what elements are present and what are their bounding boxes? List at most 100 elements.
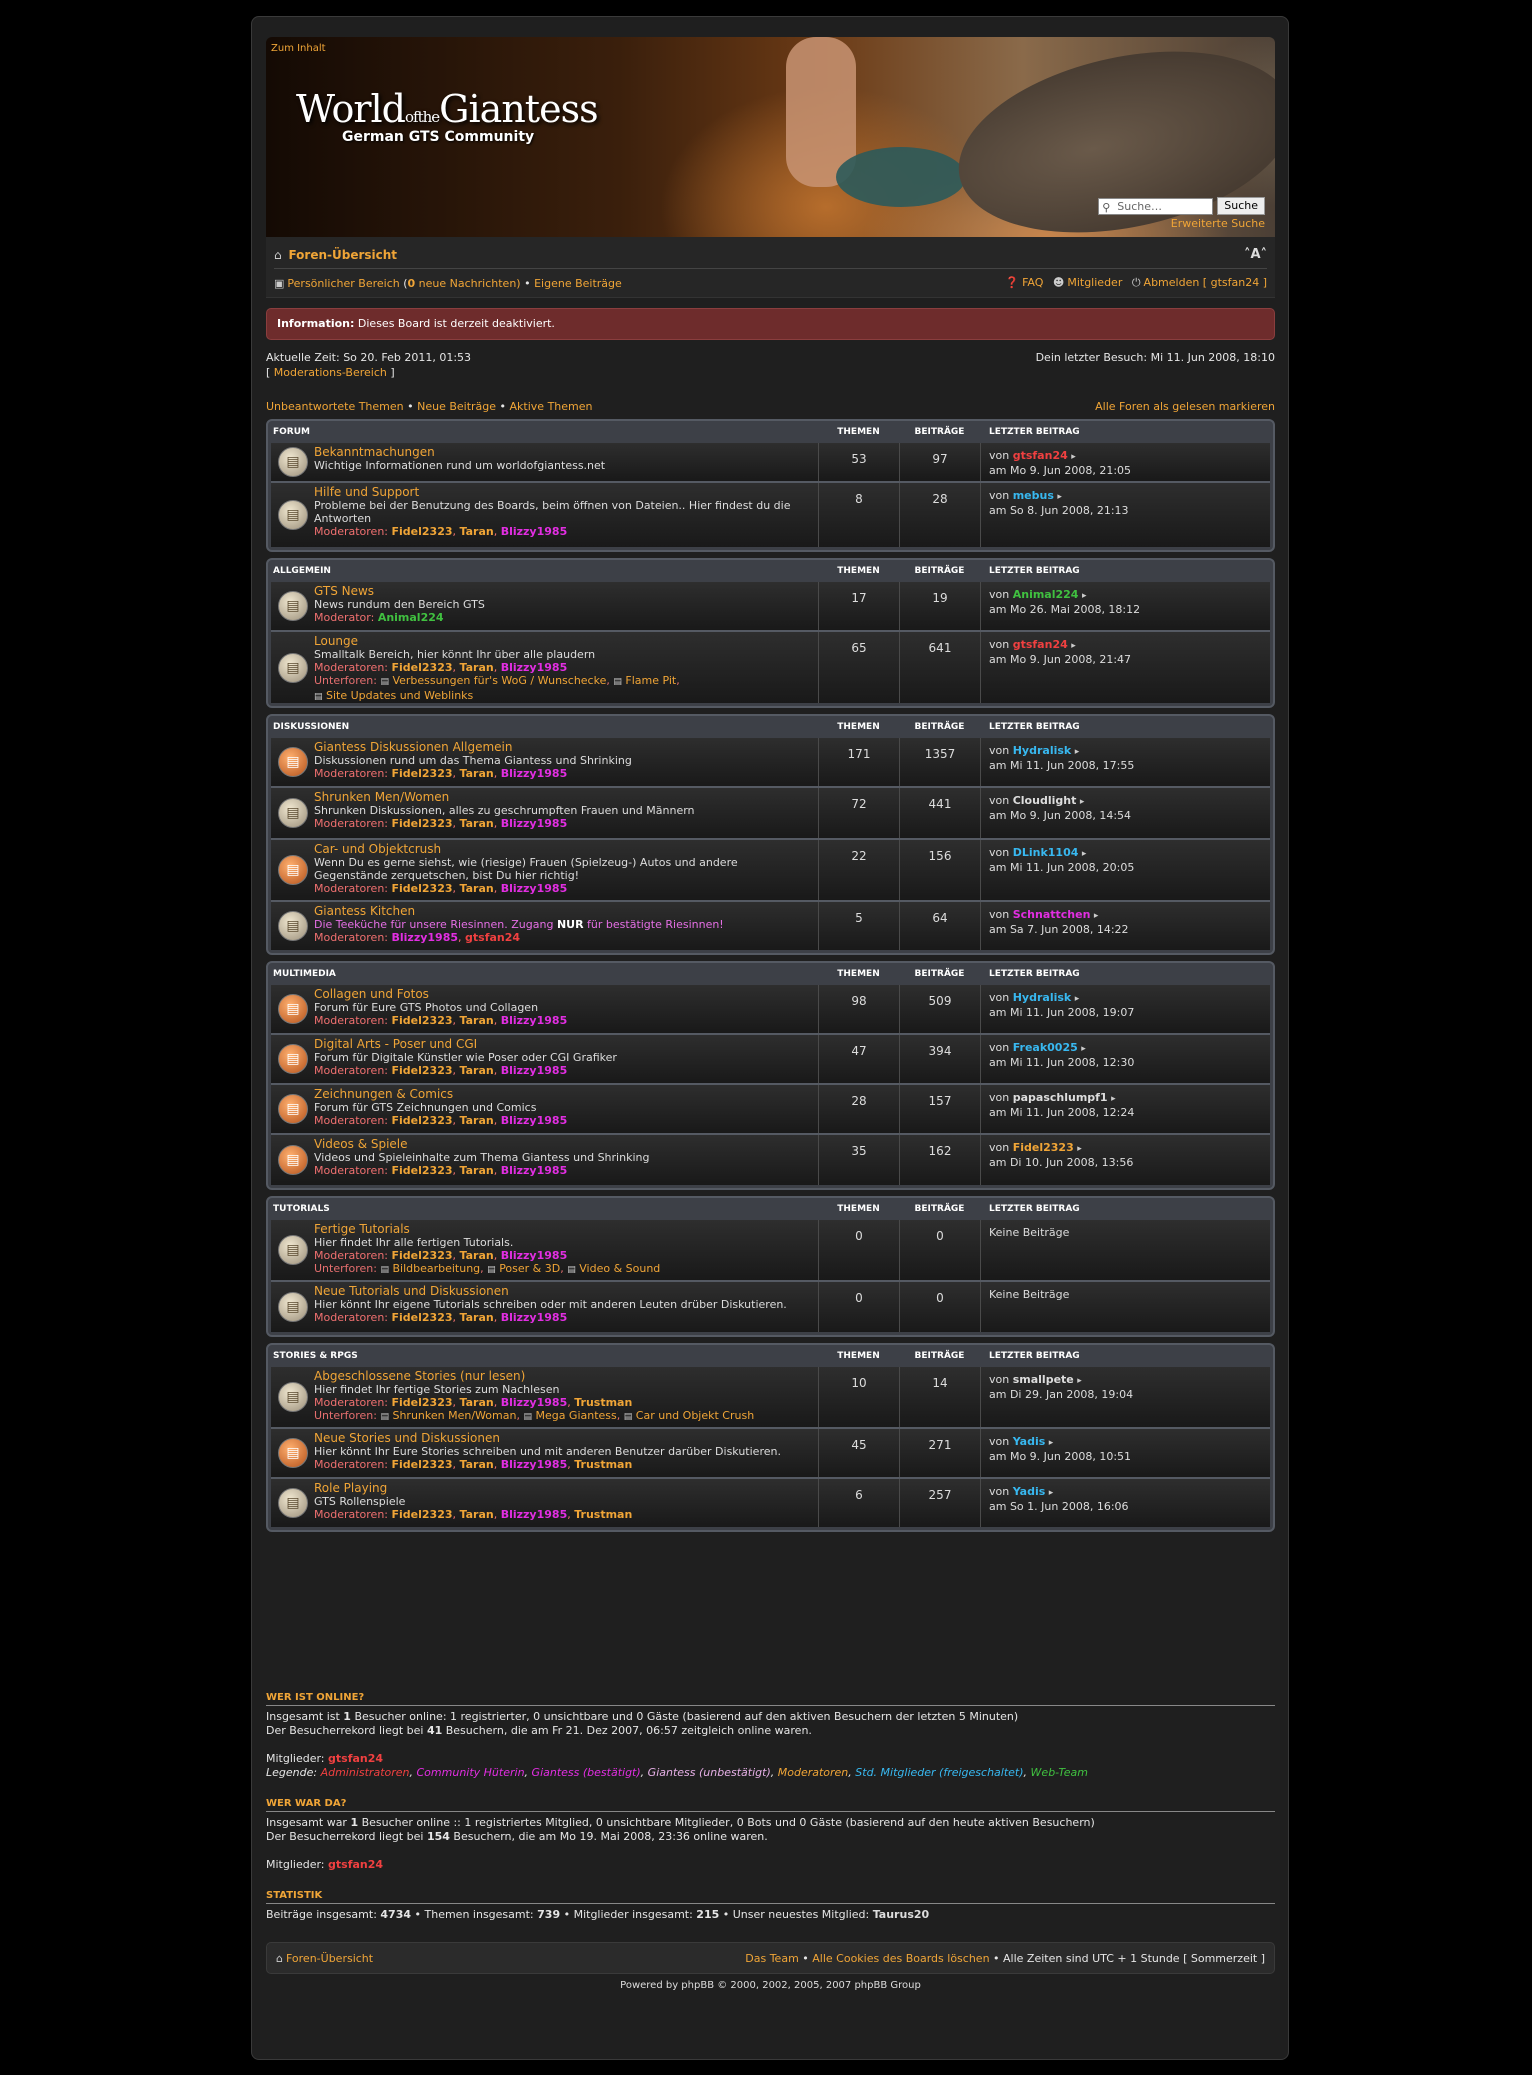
moderator-link[interactable]: Taran: [460, 1396, 494, 1409]
moderator-link[interactable]: Blizzy1985: [501, 1396, 568, 1409]
last-poster-link[interactable]: smallpete: [1013, 1373, 1074, 1386]
moderator-link[interactable]: Taran: [460, 525, 494, 538]
moderator-link[interactable]: Taran: [460, 767, 494, 780]
go-to-post-icon[interactable]: ▸: [1094, 911, 1099, 921]
moderator-link[interactable]: Blizzy1985: [501, 1164, 568, 1177]
go-to-post-icon[interactable]: ▸: [1082, 591, 1087, 601]
moderator-link[interactable]: gtsfan24: [465, 931, 520, 944]
forum-title-link[interactable]: Car- und Objektcrush: [314, 843, 814, 856]
moderator-link[interactable]: Blizzy1985: [501, 525, 568, 538]
moderator-link[interactable]: Blizzy1985: [501, 817, 568, 830]
new-messages-link[interactable]: neue Nachrichten): [415, 277, 521, 290]
subforum-link[interactable]: Flame Pit: [625, 674, 676, 687]
moderator-link[interactable]: Fidel2323: [392, 882, 453, 895]
logout-link[interactable]: Abmelden [ gtsfan24 ]: [1144, 276, 1267, 289]
legend-giantess-unconfirmed[interactable]: Giantess (unbestätigt): [648, 1766, 771, 1779]
forum-title-link[interactable]: Videos & Spiele: [314, 1138, 814, 1151]
site-logo[interactable]: WorldoftheGiantess German GTS Community: [296, 87, 599, 145]
go-to-post-icon[interactable]: ▸: [1111, 1094, 1116, 1104]
forum-title-link[interactable]: Shrunken Men/Women: [314, 791, 814, 804]
newest-member-link[interactable]: Taurus20: [873, 1908, 929, 1921]
last-poster-link[interactable]: Hydralisk: [1013, 744, 1072, 757]
moderator-link[interactable]: Taran: [460, 1311, 494, 1324]
forum-title-link[interactable]: Lounge: [314, 635, 814, 648]
go-to-post-icon[interactable]: ▸: [1075, 747, 1080, 757]
moderator-link[interactable]: Blizzy1985: [501, 1508, 568, 1521]
category-title[interactable]: DISKUSSIONEN: [273, 722, 818, 732]
subforum-link[interactable]: Poser & 3D: [499, 1262, 560, 1275]
subforum-link[interactable]: Mega Giantess: [535, 1409, 616, 1422]
category-title[interactable]: TUTORIALS: [273, 1204, 818, 1214]
moderator-link[interactable]: Fidel2323: [392, 1458, 453, 1471]
moderator-link[interactable]: Blizzy1985: [501, 1311, 568, 1324]
members-link[interactable]: Mitglieder: [1067, 276, 1122, 289]
subforum-link[interactable]: Car und Objekt Crush: [636, 1409, 754, 1422]
moderator-link[interactable]: Fidel2323: [392, 1114, 453, 1127]
moderator-link[interactable]: Fidel2323: [392, 1014, 453, 1027]
category-title[interactable]: MULTIMEDIA: [273, 969, 818, 979]
moderator-link[interactable]: Blizzy1985: [501, 1114, 568, 1127]
font-size-toggle[interactable]: ˄A˄: [1244, 247, 1267, 262]
last-poster-link[interactable]: Yadis: [1013, 1435, 1046, 1448]
forum-title-link[interactable]: Giantess Diskussionen Allgemein: [314, 741, 814, 754]
last-poster-link[interactable]: gtsfan24: [1013, 449, 1068, 462]
forum-title-link[interactable]: Fertige Tutorials: [314, 1223, 814, 1236]
forum-title-link[interactable]: GTS News: [314, 585, 814, 598]
faq-link[interactable]: FAQ: [1022, 276, 1043, 289]
moderator-link[interactable]: Fidel2323: [392, 767, 453, 780]
moderator-link[interactable]: Fidel2323: [392, 1396, 453, 1409]
subforum-link[interactable]: Site Updates und Weblinks: [326, 689, 473, 702]
moderator-link[interactable]: Fidel2323: [392, 1311, 453, 1324]
today-member-link[interactable]: gtsfan24: [328, 1858, 383, 1871]
legend-community[interactable]: Community Hüterin: [417, 1766, 525, 1779]
moderator-link[interactable]: Fidel2323: [392, 661, 453, 674]
moderator-link[interactable]: Blizzy1985: [501, 767, 568, 780]
last-poster-link[interactable]: Yadis: [1013, 1485, 1046, 1498]
moderator-link[interactable]: Taran: [460, 1164, 494, 1177]
mcp-link[interactable]: Moderations-Bereich: [274, 366, 387, 379]
moderator-link[interactable]: Taran: [460, 1508, 494, 1521]
moderator-link[interactable]: Fidel2323: [392, 817, 453, 830]
subforum-link[interactable]: Shrunken Men/Woman: [392, 1409, 516, 1422]
advanced-search-link[interactable]: Erweiterte Suche: [1171, 217, 1265, 230]
legend-moderators[interactable]: Moderatoren: [778, 1766, 849, 1779]
moderator-link[interactable]: Fidel2323: [392, 1064, 453, 1077]
subforum-link[interactable]: Video & Sound: [579, 1262, 660, 1275]
new-posts-link[interactable]: Neue Beiträge: [417, 400, 496, 413]
mark-all-read-link[interactable]: Alle Foren als gelesen markieren: [1095, 400, 1275, 413]
forum-title-link[interactable]: Neue Tutorials und Diskussionen: [314, 1285, 814, 1298]
breadcrumb-board-index[interactable]: Foren-Übersicht: [288, 248, 397, 262]
moderator-link[interactable]: Blizzy1985: [501, 882, 568, 895]
legend-members[interactable]: Std. Mitglieder (freigeschaltet): [855, 1766, 1023, 1779]
category-title[interactable]: ALLGEMEIN: [273, 566, 818, 576]
go-to-post-icon[interactable]: ▸: [1075, 994, 1080, 1004]
moderator-link[interactable]: Fidel2323: [392, 1164, 453, 1177]
search-input[interactable]: ⚲ Suche…: [1098, 197, 1214, 215]
skip-to-content-link[interactable]: Zum Inhalt: [271, 43, 326, 54]
go-to-post-icon[interactable]: ▸: [1077, 1144, 1082, 1154]
moderator-link[interactable]: Blizzy1985: [501, 661, 568, 674]
own-posts-link[interactable]: Eigene Beiträge: [534, 277, 622, 290]
legend-giantess-confirmed[interactable]: Giantess (bestätigt): [532, 1766, 641, 1779]
forum-title-link[interactable]: Role Playing: [314, 1482, 814, 1495]
category-title[interactable]: FORUM: [273, 427, 818, 437]
last-poster-link[interactable]: papaschlumpf1: [1013, 1091, 1108, 1104]
last-poster-link[interactable]: Schnattchen: [1013, 908, 1091, 921]
ucp-link[interactable]: Persönlicher Bereich: [287, 277, 399, 290]
legend-admins[interactable]: Administratoren: [321, 1766, 410, 1779]
go-to-post-icon[interactable]: ▸: [1077, 1376, 1082, 1386]
moderator-link[interactable]: Taran: [460, 1249, 494, 1262]
go-to-post-icon[interactable]: ▸: [1080, 797, 1085, 807]
moderator-link[interactable]: Taran: [460, 1458, 494, 1471]
moderator-link[interactable]: Trustman: [574, 1396, 632, 1409]
footer-board-index-link[interactable]: Foren-Übersicht: [286, 1952, 373, 1965]
forum-title-link[interactable]: Neue Stories und Diskussionen: [314, 1432, 814, 1445]
go-to-post-icon[interactable]: ▸: [1082, 849, 1087, 859]
moderator-link[interactable]: Trustman: [574, 1508, 632, 1521]
online-member-link[interactable]: gtsfan24: [328, 1752, 383, 1765]
go-to-post-icon[interactable]: ▸: [1057, 492, 1062, 502]
last-poster-link[interactable]: gtsfan24: [1013, 638, 1068, 651]
moderator-link[interactable]: Fidel2323: [392, 1508, 453, 1521]
moderator-link[interactable]: Taran: [460, 1114, 494, 1127]
legend-web-team[interactable]: Web-Team: [1031, 1766, 1088, 1779]
